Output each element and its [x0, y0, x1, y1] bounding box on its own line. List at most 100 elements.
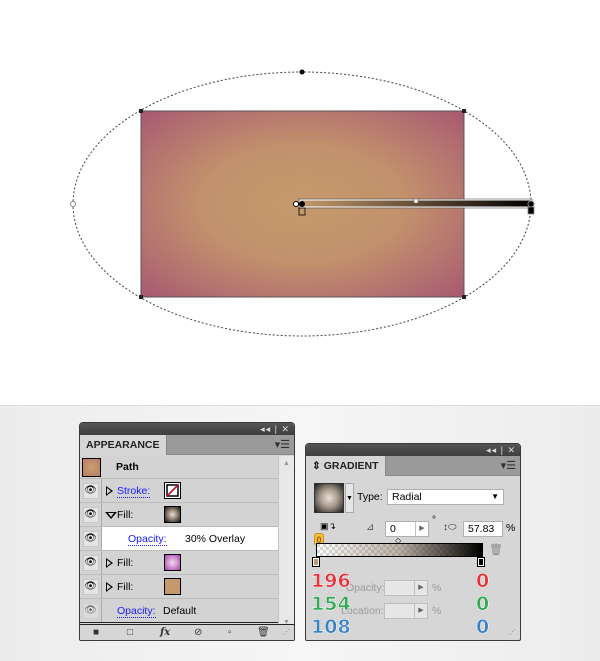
- ellipse-left-handle[interactable]: [70, 201, 76, 207]
- gradient-slider[interactable]: [316, 543, 483, 557]
- appearance-row-opacity-fill[interactable]: 👁 Opacity: 30% Overlay: [80, 527, 278, 551]
- appearance-row-fill-3[interactable]: 👁 Fill:: [80, 575, 278, 599]
- gradient-stop-left[interactable]: [298, 207, 306, 216]
- left-stop-green: 154: [311, 593, 351, 615]
- gradient-preset-dropdown[interactable]: ▼: [345, 483, 354, 513]
- gradient-center-handle[interactable]: [299, 201, 305, 207]
- stroke-swatch[interactable]: [164, 482, 181, 499]
- aspect-percent: %: [506, 522, 516, 534]
- appearance-row-fill-2[interactable]: 👁 Fill:: [80, 551, 278, 575]
- degree-symbol: °: [432, 515, 436, 526]
- scrollbar[interactable]: ▲ ▼: [278, 456, 294, 628]
- none-stroke-icon: [166, 484, 179, 497]
- gradient-end-handle[interactable]: [527, 200, 535, 208]
- opacity-link[interactable]: Opacity:: [128, 533, 167, 546]
- visibility-toggle[interactable]: 👁: [80, 551, 102, 574]
- anchor-bl[interactable]: [139, 295, 143, 299]
- tab-gradient[interactable]: ⇕ GRADIENT: [306, 456, 386, 476]
- delete-stop-icon[interactable]: 🗑: [489, 543, 503, 556]
- stop-opacity-input[interactable]: ▶: [384, 580, 428, 596]
- artboard-canvas[interactable]: [0, 0, 600, 406]
- trash-icon[interactable]: 🗑: [257, 626, 270, 640]
- collapse-triangle-icon[interactable]: [105, 512, 117, 519]
- tab-gradient-label: GRADIENT: [323, 460, 379, 472]
- expand-triangle-icon[interactable]: [106, 486, 113, 496]
- opacity-value: 30% Overlay: [185, 533, 246, 545]
- gradient-type-value: Radial: [392, 491, 422, 503]
- stroke-link[interactable]: Stroke:: [117, 485, 151, 498]
- add-fill-icon[interactable]: □: [127, 626, 133, 640]
- opacity-percent: %: [432, 582, 442, 594]
- path-thumbnail: [82, 458, 101, 477]
- angle-value: 0: [390, 523, 396, 535]
- appearance-row-opacity-default[interactable]: 👁 Opacity: Default: [80, 599, 278, 623]
- gradient-panel: ◂◂ | ✕ ⇕ GRADIENT ▾☰ ▼ Type: Radial ▼ ▣↴…: [305, 443, 521, 641]
- angle-stepper[interactable]: ▶: [415, 522, 428, 536]
- eye-icon: 👁: [84, 509, 97, 520]
- eye-icon: 👁: [84, 605, 97, 616]
- clear-appearance-icon[interactable]: ⊘: [194, 626, 202, 640]
- gradient-stop-right[interactable]: [477, 557, 485, 567]
- panel-collapse-close-controls[interactable]: ◂◂ | ✕: [486, 444, 516, 456]
- opacity-link[interactable]: Opacity:: [117, 605, 156, 618]
- fill-label: Fill:: [117, 581, 134, 593]
- visibility-toggle[interactable]: 👁: [80, 503, 102, 526]
- scroll-up-icon[interactable]: ▲: [283, 460, 290, 467]
- path-label: Path: [116, 461, 139, 473]
- gradient-preview-thumbnail[interactable]: [314, 483, 344, 513]
- gradient-midpoint-handle[interactable]: [413, 198, 419, 204]
- visibility-toggle[interactable]: 👁: [80, 527, 102, 550]
- anchor-tr[interactable]: [462, 109, 466, 113]
- appearance-row-fill-1[interactable]: 👁 Fill:: [80, 503, 278, 527]
- visibility-toggle[interactable]: 👁: [80, 575, 102, 598]
- opacity-stepper[interactable]: ▶: [414, 581, 427, 595]
- stop-location-input[interactable]: ▶: [384, 603, 428, 619]
- visibility-toggle[interactable]: 👁: [80, 599, 102, 622]
- gradient-origin-handle[interactable]: [293, 201, 299, 207]
- eye-icon: 👁: [84, 557, 97, 568]
- ellipse-top-handle[interactable]: [299, 69, 305, 75]
- appearance-path-header[interactable]: Path: [80, 456, 278, 479]
- right-stop-green: 0: [476, 593, 490, 615]
- panel-title-bar[interactable]: ◂◂ | ✕: [80, 423, 294, 435]
- fill-tan-swatch[interactable]: [164, 578, 181, 595]
- anchor-tl[interactable]: [139, 109, 143, 113]
- panel-collapse-close-controls[interactable]: ◂◂ | ✕: [260, 423, 290, 435]
- gradient-type-select[interactable]: Radial ▼: [387, 489, 504, 505]
- fx-icon[interactable]: fx: [160, 626, 170, 640]
- aspect-ratio-icon: ↕⬭: [443, 522, 457, 533]
- expand-triangle-icon[interactable]: [106, 582, 113, 592]
- angle-input[interactable]: 0 ▶: [385, 521, 429, 537]
- reverse-gradient-icon[interactable]: ▣↴: [320, 521, 336, 532]
- panel-menu-icon[interactable]: ▾☰: [275, 438, 290, 452]
- tab-appearance[interactable]: APPEARANCE: [80, 435, 167, 455]
- panel-title-bar[interactable]: ◂◂ | ✕: [306, 444, 520, 456]
- fill-label: Fill:: [117, 509, 134, 521]
- fill-gradient-swatch[interactable]: [164, 506, 181, 523]
- gradient-stop-right[interactable]: [527, 206, 535, 215]
- appearance-row-stroke[interactable]: 👁 Stroke:: [80, 479, 278, 503]
- anchor-br[interactable]: [462, 295, 466, 299]
- visibility-toggle[interactable]: 👁: [80, 479, 102, 502]
- duplicate-item-icon[interactable]: ▫: [228, 626, 232, 640]
- right-stop-red: 0: [476, 570, 490, 592]
- resize-grip-icon[interactable]: ⋰: [509, 628, 516, 636]
- appearance-panel: ◂◂ | ✕ APPEARANCE ▾☰ Path 👁 Stroke: 👁 Fi…: [79, 422, 295, 641]
- aspect-ratio-input[interactable]: 57.83: [463, 521, 503, 537]
- resize-grip-icon[interactable]: ⋰: [283, 626, 290, 640]
- eye-icon: 👁: [84, 581, 97, 592]
- location-percent: %: [432, 605, 442, 617]
- add-stroke-icon[interactable]: ■: [93, 626, 99, 640]
- tab-sort-icon: ⇕: [312, 460, 324, 472]
- gradient-stop-left[interactable]: [312, 557, 320, 567]
- panel-menu-icon[interactable]: ▾☰: [501, 459, 516, 473]
- angle-icon: ⊿: [366, 522, 375, 533]
- location-stepper[interactable]: ▶: [414, 604, 427, 618]
- expand-triangle-icon[interactable]: [106, 558, 113, 568]
- fill-pink-gradient-swatch[interactable]: [164, 554, 181, 571]
- eye-icon: 👁: [84, 533, 97, 544]
- type-label: Type:: [357, 491, 383, 503]
- right-stop-blue: 0: [476, 616, 490, 638]
- fill-label: Fill:: [117, 557, 134, 569]
- appearance-list: Path 👁 Stroke: 👁 Fill: 👁 Opacity: 30% Ov…: [80, 456, 278, 623]
